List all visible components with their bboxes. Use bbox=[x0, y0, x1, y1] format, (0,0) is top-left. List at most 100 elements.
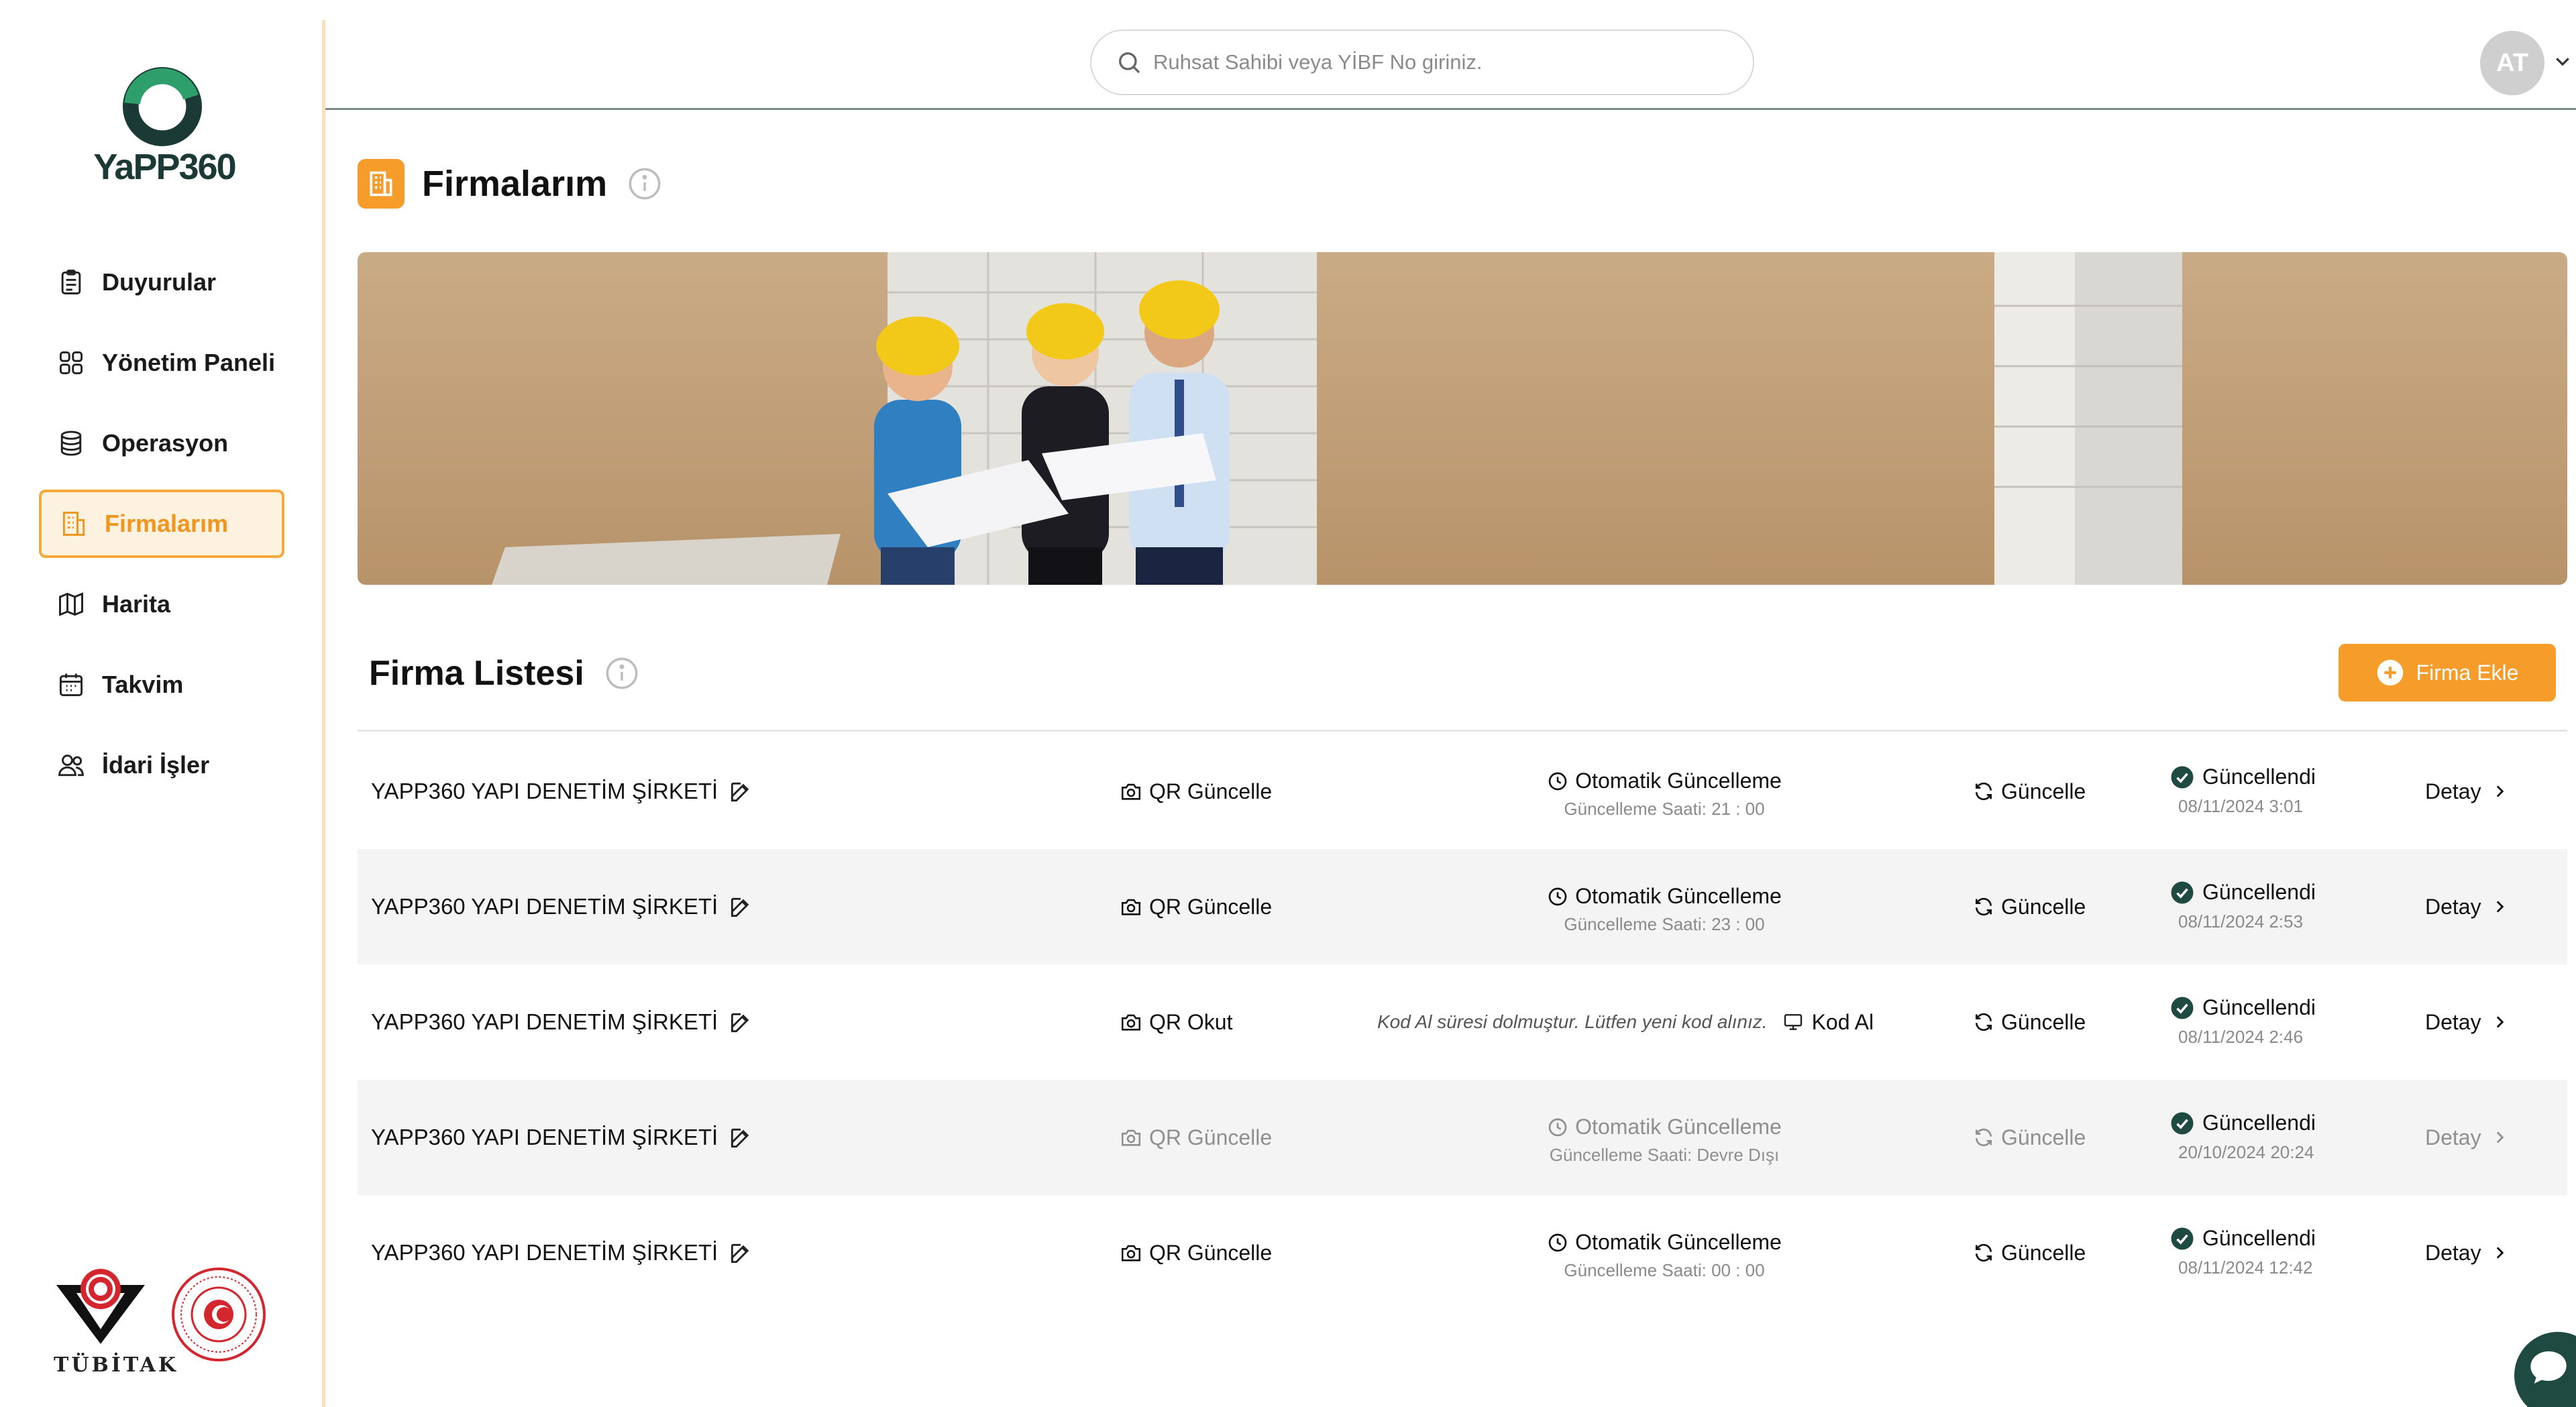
qr-label: QR Güncelle bbox=[1149, 779, 1273, 803]
qr-button[interactable]: QR Güncelle bbox=[1120, 1080, 1272, 1195]
status-date: 08/11/2024 3:01 bbox=[2178, 796, 2304, 816]
logo-wordmark: YaPP360 bbox=[93, 147, 236, 187]
refresh-label: Güncelle bbox=[2001, 894, 2086, 919]
database-icon bbox=[56, 429, 86, 458]
building-icon bbox=[59, 509, 89, 539]
logo-mark-icon bbox=[123, 67, 202, 146]
edit-icon[interactable] bbox=[728, 1125, 753, 1151]
chevron-right-icon bbox=[2481, 1129, 2508, 1146]
auto-update-label: Otomatik Güncelleme bbox=[1575, 884, 1782, 908]
edit-icon[interactable] bbox=[728, 1010, 753, 1035]
chevron-right-icon bbox=[2481, 1013, 2508, 1031]
status-date: 20/10/2024 20:24 bbox=[2178, 1142, 2314, 1162]
user-avatar[interactable]: AT bbox=[2480, 31, 2544, 95]
detail-label: Detay bbox=[2425, 1009, 2481, 1034]
refresh-button[interactable]: Güncelle bbox=[1973, 849, 2086, 964]
auto-update[interactable]: Otomatik Güncelleme Güncelleme Saati: Dev… bbox=[1523, 1115, 1805, 1166]
update-status: Güncellendi 08/11/2024 3:01 bbox=[2170, 765, 2316, 817]
refresh-button[interactable]: Güncelle bbox=[1973, 964, 2086, 1080]
calendar-icon bbox=[56, 670, 86, 699]
sidebar-item-label: Takvim bbox=[102, 671, 184, 698]
refresh-label: Güncelle bbox=[2001, 1009, 2086, 1034]
get-code-button[interactable]: Kod Al bbox=[1782, 1010, 1874, 1035]
update-time: Güncelleme Saati: 00 : 00 bbox=[1564, 1260, 1765, 1280]
chat-bubble-icon bbox=[2530, 1351, 2567, 1384]
status-label: Güncellendi bbox=[2202, 995, 2316, 1019]
chevron-right-icon bbox=[2481, 783, 2508, 800]
firm-name: YAPP360 YAPI DENETİM ŞİRKETİ bbox=[371, 1009, 718, 1034]
camera-icon bbox=[1120, 1126, 1149, 1149]
info-icon[interactable] bbox=[604, 656, 639, 691]
update-status: Güncellendi 20/10/2024 20:24 bbox=[2170, 1111, 2316, 1163]
edit-icon[interactable] bbox=[728, 895, 753, 920]
auto-update[interactable]: Otomatik Güncelleme Güncelleme Saati: 21 … bbox=[1523, 769, 1805, 820]
sidebar-item-label: İdari İşler bbox=[102, 751, 210, 779]
clock-icon bbox=[1547, 1117, 1575, 1138]
camera-icon bbox=[1120, 1011, 1149, 1033]
sidebar-item-users[interactable]: İdari İşler bbox=[39, 731, 284, 799]
update-status: Güncellendi 08/11/2024 12:42 bbox=[2170, 1226, 2316, 1278]
refresh-icon bbox=[1973, 781, 2001, 802]
sidebar-item-label: Operasyon bbox=[102, 429, 229, 457]
status-label: Güncellendi bbox=[2202, 1111, 2316, 1135]
yapp360-logo[interactable]: YaPP360 bbox=[84, 67, 245, 188]
partner-logos: TÜBİTAK bbox=[54, 1261, 275, 1382]
add-firm-button[interactable]: Firma Ekle bbox=[2339, 644, 2556, 701]
sidebar-border bbox=[322, 20, 325, 1407]
firm-name: YAPP360 YAPI DENETİM ŞİRKETİ bbox=[371, 779, 718, 803]
camera-icon bbox=[1120, 1241, 1149, 1264]
sidebar-item-clipboard[interactable]: Duyurular bbox=[39, 248, 284, 317]
sidebar-item-map[interactable]: Harita bbox=[39, 570, 284, 638]
edit-icon[interactable] bbox=[728, 779, 753, 805]
qr-button[interactable]: QR Güncelle bbox=[1120, 734, 1272, 849]
chat-button[interactable] bbox=[2514, 1332, 2576, 1407]
refresh-button[interactable]: Güncelle bbox=[1973, 734, 2086, 849]
update-time: Güncelleme Saati: 21 : 00 bbox=[1564, 799, 1765, 819]
sidebar-item-building[interactable]: Firmalarım bbox=[39, 490, 284, 558]
status-date: 08/11/2024 12:42 bbox=[2178, 1257, 2313, 1278]
check-circle-icon bbox=[2170, 765, 2202, 789]
auto-update[interactable]: Otomatik Güncelleme Güncelleme Saati: 00 … bbox=[1523, 1230, 1805, 1281]
users-icon bbox=[56, 750, 86, 780]
ministry-seal-icon bbox=[172, 1268, 266, 1361]
grid-icon bbox=[56, 348, 86, 378]
tubitak-logo-icon bbox=[56, 1269, 145, 1344]
clock-icon bbox=[1547, 886, 1575, 907]
qr-button[interactable]: QR Güncelle bbox=[1120, 849, 1272, 964]
chevron-down-icon[interactable] bbox=[2553, 51, 2573, 71]
detail-button[interactable]: Detay bbox=[2425, 1080, 2508, 1195]
edit-icon[interactable] bbox=[728, 1241, 753, 1266]
info-icon[interactable] bbox=[627, 166, 662, 201]
refresh-button[interactable]: Güncelle bbox=[1973, 1080, 2086, 1195]
check-circle-icon bbox=[2170, 1227, 2202, 1251]
detail-button[interactable]: Detay bbox=[2425, 964, 2508, 1080]
detail-button[interactable]: Detay bbox=[2425, 1195, 2508, 1310]
detail-button[interactable]: Detay bbox=[2425, 734, 2508, 849]
detail-label: Detay bbox=[2425, 1240, 2481, 1265]
sidebar-nav: Duyurular Yönetim Paneli Operasyon Firmalar… bbox=[39, 248, 284, 811]
sidebar-item-database[interactable]: Operasyon bbox=[39, 409, 284, 477]
search-input[interactable] bbox=[1153, 50, 1730, 74]
status-date: 08/11/2024 2:53 bbox=[2178, 911, 2304, 932]
clock-icon bbox=[1547, 1232, 1575, 1253]
clipboard-icon bbox=[56, 268, 86, 297]
update-status: Güncellendi 08/11/2024 2:46 bbox=[2170, 995, 2316, 1048]
status-label: Güncellendi bbox=[2202, 765, 2316, 789]
detail-button[interactable]: Detay bbox=[2425, 849, 2508, 964]
refresh-button[interactable]: Güncelle bbox=[1973, 1195, 2086, 1310]
map-icon bbox=[56, 589, 86, 619]
refresh-icon bbox=[1973, 1011, 2001, 1033]
qr-label: QR Güncelle bbox=[1149, 1125, 1273, 1149]
qr-button[interactable]: QR Güncelle bbox=[1120, 1195, 1272, 1310]
search-icon bbox=[1119, 52, 1140, 74]
sidebar-item-label: Firmalarım bbox=[105, 510, 229, 537]
firm-table: YAPP360 YAPI DENETİM ŞİRKETİ QR Güncelle O… bbox=[358, 734, 2567, 1310]
plus-circle-icon bbox=[2377, 659, 2403, 686]
search-box[interactable] bbox=[1090, 30, 1754, 95]
sidebar-item-calendar[interactable]: Takvim bbox=[39, 651, 284, 719]
update-status: Güncellendi 08/11/2024 2:53 bbox=[2170, 880, 2316, 932]
qr-button[interactable]: QR Okut bbox=[1120, 964, 1232, 1080]
auto-update[interactable]: Otomatik Güncelleme Güncelleme Saati: 23 … bbox=[1523, 884, 1805, 935]
check-circle-icon bbox=[2170, 996, 2202, 1020]
sidebar-item-grid[interactable]: Yönetim Paneli bbox=[39, 329, 284, 397]
